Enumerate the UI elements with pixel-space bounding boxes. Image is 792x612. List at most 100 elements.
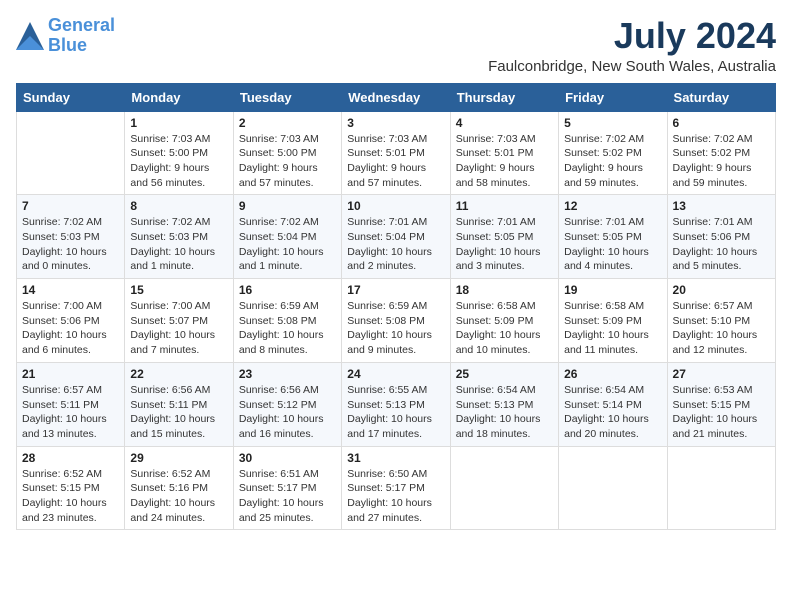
- sunrise-text: Sunrise: 6:56 AM: [239, 384, 319, 396]
- day-info: Sunrise: 6:59 AMSunset: 5:08 PMDaylight:…: [239, 299, 336, 358]
- sunrise-text: Sunrise: 7:03 AM: [239, 133, 319, 145]
- day-info: Sunrise: 6:58 AMSunset: 5:09 PMDaylight:…: [564, 299, 661, 358]
- calendar-cell-w2-d3: 9Sunrise: 7:02 AMSunset: 5:04 PMDaylight…: [233, 195, 341, 279]
- sunset-text: Sunset: 5:07 PM: [130, 315, 208, 327]
- day-info: Sunrise: 6:50 AMSunset: 5:17 PMDaylight:…: [347, 467, 444, 526]
- day-info: Sunrise: 7:01 AMSunset: 5:04 PMDaylight:…: [347, 215, 444, 274]
- daylight-text: Daylight: 10 hours and 12 minutes.: [673, 329, 758, 356]
- sunrise-text: Sunrise: 7:00 AM: [22, 300, 102, 312]
- calendar-cell-w2-d5: 11Sunrise: 7:01 AMSunset: 5:05 PMDayligh…: [450, 195, 558, 279]
- day-number: 25: [456, 367, 553, 381]
- sunrise-text: Sunrise: 6:53 AM: [673, 384, 753, 396]
- sunrise-text: Sunrise: 6:58 AM: [456, 300, 536, 312]
- day-number: 16: [239, 283, 336, 297]
- sunset-text: Sunset: 5:05 PM: [456, 231, 534, 243]
- col-monday: Monday: [125, 83, 233, 111]
- sunrise-text: Sunrise: 7:01 AM: [456, 216, 536, 228]
- calendar-cell-w2-d1: 7Sunrise: 7:02 AMSunset: 5:03 PMDaylight…: [17, 195, 125, 279]
- day-info: Sunrise: 6:59 AMSunset: 5:08 PMDaylight:…: [347, 299, 444, 358]
- col-tuesday: Tuesday: [233, 83, 341, 111]
- calendar-cell-w1-d2: 1Sunrise: 7:03 AMSunset: 5:00 PMDaylight…: [125, 111, 233, 195]
- sunset-text: Sunset: 5:00 PM: [239, 147, 317, 159]
- day-info: Sunrise: 7:01 AMSunset: 5:05 PMDaylight:…: [456, 215, 553, 274]
- sunset-text: Sunset: 5:05 PM: [564, 231, 642, 243]
- day-number: 15: [130, 283, 227, 297]
- day-number: 17: [347, 283, 444, 297]
- sunrise-text: Sunrise: 6:50 AM: [347, 468, 427, 480]
- day-info: Sunrise: 6:58 AMSunset: 5:09 PMDaylight:…: [456, 299, 553, 358]
- daylight-text: Daylight: 10 hours and 10 minutes.: [456, 329, 541, 356]
- sunrise-text: Sunrise: 7:00 AM: [130, 300, 210, 312]
- day-number: 30: [239, 451, 336, 465]
- day-number: 6: [673, 116, 770, 130]
- calendar-cell-w4-d5: 25 Sunrise: 6:54 AM Sunset: 5:13 PM Dayligh…: [450, 362, 558, 446]
- daylight-text: Daylight: 10 hours and 25 minutes.: [239, 497, 324, 524]
- calendar-cell-w3-d2: 15Sunrise: 7:00 AMSunset: 5:07 PMDayligh…: [125, 279, 233, 363]
- calendar-cell-w5-d6: [559, 446, 667, 530]
- sunset-text: Sunset: 5:13 PM: [347, 399, 425, 411]
- day-number: 2: [239, 116, 336, 130]
- day-number: 21: [22, 367, 119, 381]
- calendar-cell-w2-d6: 12Sunrise: 7:01 AMSunset: 5:05 PMDayligh…: [559, 195, 667, 279]
- day-info: Sunrise: 7:02 AMSunset: 5:04 PMDaylight:…: [239, 215, 336, 274]
- daylight-text: Daylight: 10 hours and 0 minutes.: [22, 246, 107, 273]
- daylight-text: Daylight: 9 hours and 56 minutes.: [130, 162, 209, 189]
- sunset-text: Sunset: 5:12 PM: [239, 399, 317, 411]
- day-info: Sunrise: 7:01 AMSunset: 5:06 PMDaylight:…: [673, 215, 770, 274]
- daylight-text: Daylight: 10 hours and 13 minutes.: [22, 413, 107, 440]
- sunrise-text: Sunrise: 7:01 AM: [673, 216, 753, 228]
- sunset-text: Sunset: 5:02 PM: [673, 147, 751, 159]
- sunset-text: Sunset: 5:06 PM: [22, 315, 100, 327]
- sunrise-text: Sunrise: 6:54 AM: [456, 384, 536, 396]
- day-info: Sunrise: 6:56 AM Sunset: 5:12 PM Daylight:…: [239, 383, 336, 442]
- sunset-text: Sunset: 5:17 PM: [239, 482, 317, 494]
- sunset-text: Sunset: 5:04 PM: [239, 231, 317, 243]
- day-number: 31: [347, 451, 444, 465]
- day-number: 23: [239, 367, 336, 381]
- calendar-cell-w3-d1: 14Sunrise: 7:00 AMSunset: 5:06 PMDayligh…: [17, 279, 125, 363]
- daylight-text: Daylight: 10 hours and 27 minutes.: [347, 497, 432, 524]
- sunset-text: Sunset: 5:01 PM: [347, 147, 425, 159]
- calendar-cell-w3-d7: 20Sunrise: 6:57 AMSunset: 5:10 PMDayligh…: [667, 279, 775, 363]
- daylight-text: Daylight: 10 hours and 4 minutes.: [564, 246, 649, 273]
- sunrise-text: Sunrise: 7:02 AM: [564, 133, 644, 145]
- daylight-text: Daylight: 10 hours and 5 minutes.: [673, 246, 758, 273]
- calendar-cell-w1-d1: [17, 111, 125, 195]
- calendar-header-row: Sunday Monday Tuesday Wednesday Thursday…: [17, 83, 776, 111]
- daylight-text: Daylight: 9 hours and 59 minutes.: [673, 162, 752, 189]
- sunrise-text: Sunrise: 7:02 AM: [22, 216, 102, 228]
- sunrise-text: Sunrise: 6:52 AM: [130, 468, 210, 480]
- calendar-cell-w2-d2: 8Sunrise: 7:02 AMSunset: 5:03 PMDaylight…: [125, 195, 233, 279]
- day-info: Sunrise: 7:00 AM Sunset: 5:06 PM Daylight:…: [22, 299, 119, 358]
- day-info: Sunrise: 6:51 AMSunset: 5:17 PMDaylight:…: [239, 467, 336, 526]
- daylight-text: Daylight: 10 hours and 18 minutes.: [456, 413, 541, 440]
- calendar-cell-w1-d3: 2 Sunrise: 7:03 AM Sunset: 5:00 PM Daylight…: [233, 111, 341, 195]
- sunrise-text: Sunrise: 7:02 AM: [673, 133, 753, 145]
- sunset-text: Sunset: 5:13 PM: [456, 399, 534, 411]
- sunrise-text: Sunrise: 7:02 AM: [239, 216, 319, 228]
- daylight-text: Daylight: 10 hours and 1 minute.: [130, 246, 215, 273]
- sunset-text: Sunset: 5:11 PM: [130, 399, 207, 411]
- daylight-text: Daylight: 10 hours and 21 minutes.: [673, 413, 758, 440]
- daylight-text: Daylight: 9 hours and 58 minutes.: [456, 162, 535, 189]
- daylight-text: Daylight: 9 hours and 57 minutes.: [239, 162, 318, 189]
- sunrise-text: Sunrise: 6:55 AM: [347, 384, 427, 396]
- sunset-text: Sunset: 5:14 PM: [564, 399, 642, 411]
- calendar-cell-w1-d4: 3Sunrise: 7:03 AMSunset: 5:01 PMDaylight…: [342, 111, 450, 195]
- sunrise-text: Sunrise: 6:52 AM: [22, 468, 102, 480]
- daylight-text: Daylight: 9 hours and 59 minutes.: [564, 162, 643, 189]
- daylight-text: Daylight: 10 hours and 6 minutes.: [22, 329, 107, 356]
- col-saturday: Saturday: [667, 83, 775, 111]
- daylight-text: Daylight: 10 hours and 9 minutes.: [347, 329, 432, 356]
- day-info: Sunrise: 6:52 AMSunset: 5:16 PMDaylight:…: [130, 467, 227, 526]
- sunrise-text: Sunrise: 7:01 AM: [564, 216, 644, 228]
- daylight-text: Daylight: 10 hours and 16 minutes.: [239, 413, 324, 440]
- day-number: 1: [130, 116, 227, 130]
- day-info: Sunrise: 6:57 AMSunset: 5:11 PMDaylight:…: [22, 383, 119, 442]
- calendar-cell-w1-d7: 6 Sunrise: 7:02 AM Sunset: 5:02 PM Daylight…: [667, 111, 775, 195]
- day-number: 18: [456, 283, 553, 297]
- day-info: Sunrise: 7:03 AM Sunset: 5:00 PM Daylight:…: [239, 132, 336, 191]
- calendar-week-5: 28Sunrise: 6:52 AMSunset: 5:15 PMDayligh…: [17, 446, 776, 530]
- sunrise-text: Sunrise: 7:03 AM: [347, 133, 427, 145]
- daylight-text: Daylight: 10 hours and 20 minutes.: [564, 413, 649, 440]
